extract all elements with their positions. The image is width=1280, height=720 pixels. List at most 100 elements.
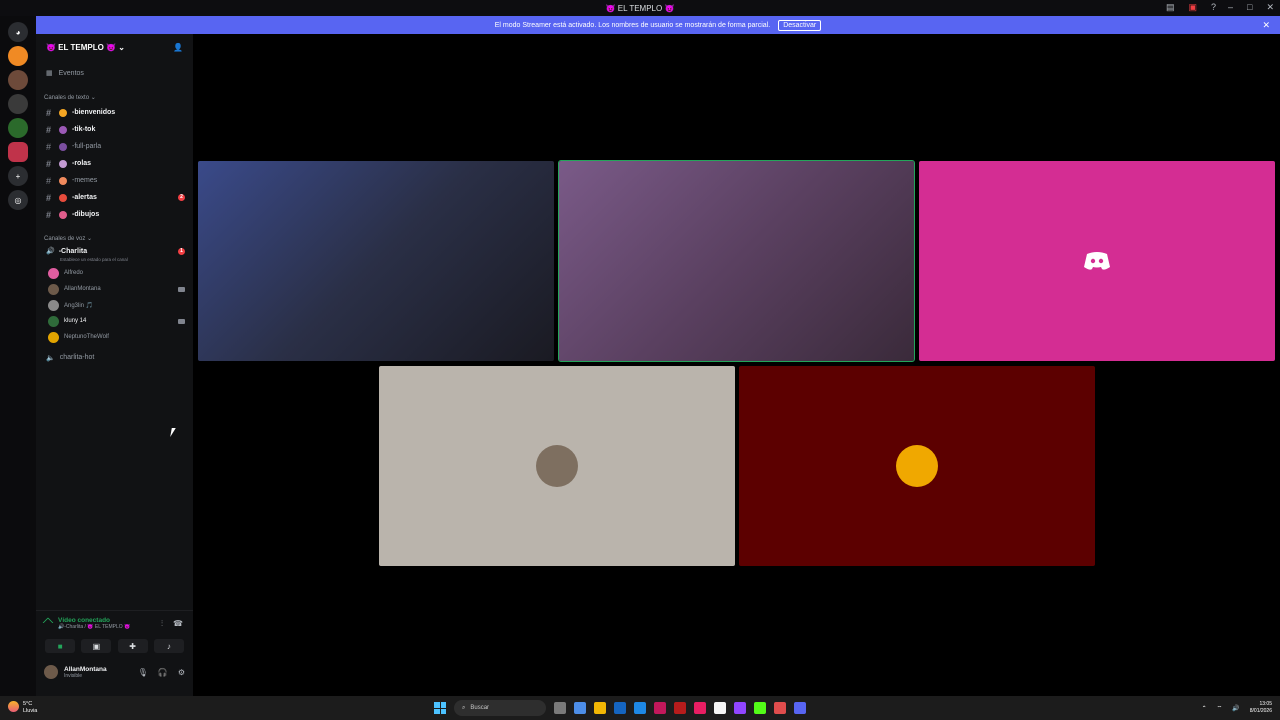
channel-sidebar: 👿 EL TEMPLO 👿 ⌄ 👤 ▦ Eventos Canales de t… (36, 34, 193, 696)
close-window-button[interactable]: ✕ (1266, 2, 1274, 13)
avatar (536, 445, 578, 487)
taskbar-app-icon[interactable] (634, 702, 646, 714)
voice-channel-name: -Charlita (58, 247, 88, 255)
camera-feed (198, 161, 554, 361)
text-channel[interactable]: # -bienvenidos (36, 104, 193, 121)
hash-icon: # (46, 175, 52, 186)
camera-icon (178, 286, 185, 292)
titlebar-tools: ▤ ▣ ? (1166, 2, 1216, 13)
discord-home-icon[interactable]: ◕ (8, 22, 28, 42)
channel-name: -alertas (72, 194, 97, 201)
inbox-icon[interactable]: ▤ (1166, 2, 1175, 13)
username[interactable]: AllanMontana (64, 666, 107, 673)
taskbar-app-icon[interactable] (714, 702, 726, 714)
taskbar-app-icon[interactable] (774, 702, 786, 714)
taskbar-app-icon[interactable] (654, 702, 666, 714)
voice-user[interactable]: Ang3lin 🎵 (36, 297, 193, 313)
soundboard-button[interactable]: ♪ (153, 639, 184, 653)
window-title: 👿 EL TEMPLO 👿 (605, 3, 675, 13)
taskbar-app-icon[interactable] (794, 702, 806, 714)
microphone-icon[interactable]: 🎙 (138, 668, 148, 677)
avatar (48, 315, 59, 327)
video-stage (193, 34, 1280, 696)
voice-user-name: Alfredo (64, 270, 84, 276)
server-icon[interactable] (8, 118, 28, 138)
taskbar-app-icon[interactable] (594, 702, 606, 714)
explore-icon[interactable]: ◎ (8, 190, 28, 210)
hash-icon: # (46, 124, 52, 135)
video-tile-avatar[interactable] (739, 366, 1095, 566)
taskbar-search[interactable]: ⌕ Buscar (454, 700, 546, 716)
taskbar-app-icon[interactable] (614, 702, 626, 714)
video-tile-avatar[interactable] (379, 366, 735, 566)
text-channel[interactable]: # -tik-tok (36, 121, 193, 138)
voice-channel-status[interactable]: Establece un estado para el canal (46, 257, 193, 265)
camera-feed (559, 161, 914, 361)
chevron-down-icon: ⌄ (118, 42, 125, 52)
channel-name: -memes (72, 177, 98, 184)
events-item[interactable]: ▦ Eventos (36, 64, 193, 82)
camera-button[interactable]: ■ (45, 639, 76, 653)
voice-channel-charlita-hot[interactable]: 🔈 charlita-hot (36, 349, 193, 366)
streamer-mode-icon[interactable]: ▣ (1188, 2, 1197, 13)
headphones-icon[interactable]: 🎧 (158, 668, 168, 677)
volume-icon[interactable]: 🔊 (1232, 705, 1239, 712)
voice-user-name: Ang3lin 🎵 (64, 302, 94, 309)
server-icon[interactable] (8, 94, 28, 114)
taskbar-app-icon[interactable] (694, 702, 706, 714)
text-category[interactable]: Canales de texto ⌄ (36, 82, 193, 104)
video-tile-avatar[interactable] (919, 161, 1275, 361)
user-bar: AllanMontana Invisible 🎙 🎧 ⚙ (36, 657, 193, 687)
voice-channel-title[interactable]: 🔊 -Charlita 1 (46, 245, 193, 257)
avatar (48, 331, 59, 343)
clock-time: 13:05 (1259, 701, 1272, 707)
chevron-up-icon[interactable]: ⌃ (1202, 705, 1207, 712)
voice-channel-charlita[interactable]: 🔊 -Charlita 1 Establece un estado para e… (36, 245, 193, 265)
taskbar-app-icon[interactable] (674, 702, 686, 714)
gear-icon[interactable]: ⚙ (178, 668, 185, 677)
noise-suppression-icon[interactable]: ⫶ (161, 619, 163, 629)
server-icon[interactable] (8, 46, 28, 66)
taskbar-app-icon[interactable] (574, 702, 586, 714)
video-tile-camera-speaking[interactable] (558, 160, 915, 362)
voice-user[interactable]: NeptunoTheWolf (36, 329, 193, 345)
invite-people-icon[interactable]: 👤 (173, 43, 183, 52)
minimize-button[interactable]: – (1228, 2, 1233, 13)
text-channel[interactable]: # -full-parla (36, 138, 193, 155)
network-icon[interactable]: ⌔ (1217, 704, 1223, 712)
search-placeholder: Buscar (470, 705, 490, 711)
activities-button[interactable]: ✚ (117, 639, 148, 653)
voice-user[interactable]: Alfredo (36, 265, 193, 281)
text-channel[interactable]: # -memes (36, 172, 193, 189)
voice-user[interactable]: AllanMontana (36, 281, 193, 297)
server-icon[interactable] (8, 70, 28, 90)
hash-icon: # (46, 107, 52, 118)
voice-user[interactable]: kluny 14 (36, 313, 193, 329)
taskbar-app-icon[interactable] (554, 702, 566, 714)
weather-widget[interactable]: 5°C Lluvia (8, 701, 37, 715)
clock-date: 8/01/2026 (1249, 708, 1272, 714)
video-tile-camera[interactable] (198, 161, 554, 361)
text-channel[interactable]: # -dibujos (36, 206, 193, 223)
server-header[interactable]: 👿 EL TEMPLO 👿 ⌄ 👤 (36, 34, 193, 60)
screen-share-button[interactable]: ▣ (81, 639, 112, 653)
add-server-icon[interactable]: + (8, 166, 28, 186)
close-banner-icon[interactable]: ✕ (1262, 20, 1270, 31)
deactivate-streamer-button[interactable]: Desactivar (778, 19, 822, 31)
avatar (48, 283, 59, 295)
maximize-button[interactable]: □ (1247, 2, 1252, 13)
text-channel[interactable]: # -alertas 2 (36, 189, 193, 206)
avatar (48, 299, 59, 311)
disconnect-icon[interactable]: ☎ (173, 619, 183, 629)
voice-category[interactable]: Canales de voz ⌄ (36, 223, 193, 245)
avatar[interactable] (44, 665, 58, 679)
text-channel[interactable]: # -rolas (36, 155, 193, 172)
server-icon[interactable] (8, 142, 28, 162)
help-icon[interactable]: ? (1211, 2, 1216, 13)
hash-icon: # (46, 209, 52, 220)
clock[interactable]: 13:05 8/01/2026 (1250, 701, 1272, 715)
taskbar-app-icon[interactable] (754, 702, 766, 714)
start-button[interactable] (434, 702, 446, 714)
text-category-label: Canales de texto (44, 95, 90, 101)
taskbar-app-icon[interactable] (734, 702, 746, 714)
